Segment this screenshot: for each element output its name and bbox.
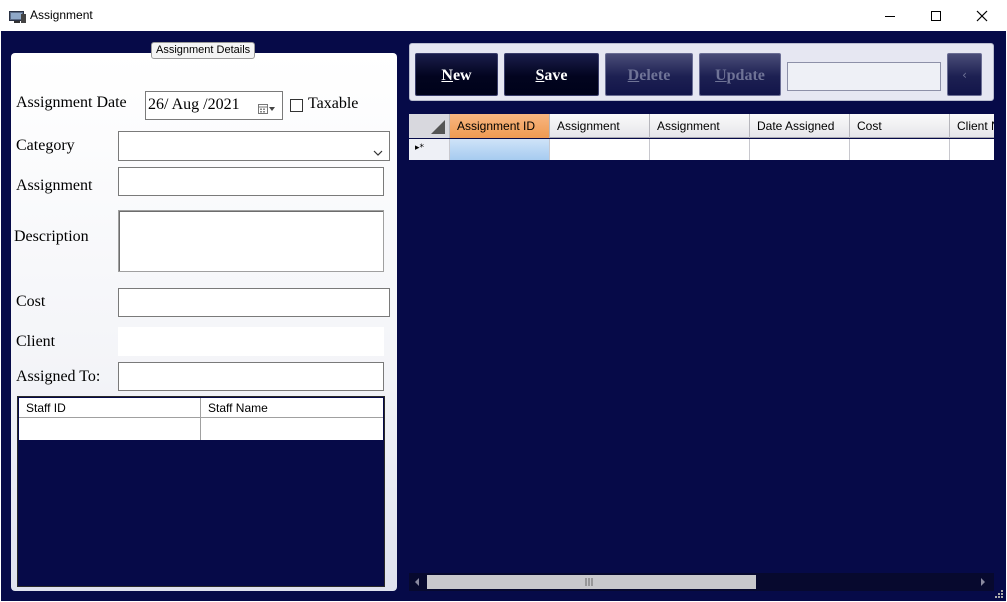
assignment-date-value: 26/ Aug /2021	[148, 96, 240, 113]
assignments-grid[interactable]: Assignment ID Assignment Assignment Date…	[409, 114, 994, 591]
grid-header: Assignment ID Assignment Assignment Date…	[409, 114, 994, 138]
table-cell[interactable]	[450, 139, 550, 160]
description-label: Description	[14, 228, 89, 245]
column-header-assignment[interactable]: Assignment	[550, 114, 650, 138]
new-button-accel: N	[441, 67, 453, 84]
minimize-icon	[885, 15, 895, 17]
maximize-icon	[931, 10, 941, 21]
previous-button-label: ‹	[962, 68, 967, 82]
cost-label: Cost	[16, 293, 46, 310]
corner-triangle-icon	[431, 120, 445, 134]
column-header-staff-name[interactable]: Staff Name	[201, 398, 383, 417]
column-header-client[interactable]: Client N	[950, 114, 994, 138]
close-icon	[976, 10, 988, 21]
cost-input[interactable]	[118, 288, 390, 317]
table-cell[interactable]	[950, 139, 994, 160]
assignment-input[interactable]	[118, 167, 384, 196]
save-button-label: ave	[544, 67, 568, 84]
table-cell[interactable]	[19, 418, 201, 440]
grip-icon	[585, 578, 593, 586]
delete-button-accel: D	[627, 67, 640, 84]
scrollbar-thumb[interactable]	[427, 575, 756, 589]
client-area: Assignment Details Assignment Date 26/ A…	[1, 31, 1006, 601]
table-cell[interactable]	[850, 139, 950, 160]
column-header-assignment-2[interactable]: Assignment	[650, 114, 750, 138]
minimize-button[interactable]	[867, 0, 913, 31]
assignment-date-label: Assignment Date	[16, 94, 127, 111]
resize-grip-icon[interactable]	[994, 589, 1004, 599]
title-bar: Assignment	[0, 0, 1007, 31]
column-header-cost[interactable]: Cost	[850, 114, 950, 138]
staff-grid[interactable]: Staff ID Staff Name	[17, 396, 385, 587]
update-button-label: pdate	[726, 67, 765, 84]
window-title: Assignment	[30, 8, 93, 22]
table-row[interactable]	[19, 418, 383, 440]
column-header-date-assigned[interactable]: Date Assigned	[750, 114, 850, 138]
client-label: Client	[16, 333, 56, 350]
table-row[interactable]: ▸*	[409, 139, 994, 160]
assignment-details-panel: Assignment Date 26/ Aug /2021 Taxable Ca…	[11, 53, 397, 591]
staff-grid-header: Staff ID Staff Name	[19, 398, 383, 418]
assigned-to-label: Assigned To:	[16, 368, 101, 385]
update-button[interactable]: Update	[699, 53, 781, 96]
column-header-assignment-id[interactable]: Assignment ID	[450, 114, 550, 138]
client-field[interactable]	[118, 327, 384, 356]
horizontal-scrollbar[interactable]	[409, 573, 994, 591]
previous-button[interactable]: ‹	[947, 53, 982, 96]
new-button[interactable]: New	[415, 53, 498, 96]
new-row-indicator: ▸*	[409, 139, 450, 160]
calendar-dropdown-icon[interactable]	[258, 100, 276, 119]
assigned-to-input[interactable]	[118, 362, 384, 391]
group-caption: Assignment Details	[151, 42, 256, 59]
delete-button[interactable]: Delete	[605, 53, 693, 96]
scroll-left-icon[interactable]	[413, 577, 421, 587]
description-textarea[interactable]	[118, 210, 384, 272]
chevron-down-icon	[373, 142, 383, 161]
table-cell[interactable]	[650, 139, 750, 160]
assignment-date-picker[interactable]: 26/ Aug /2021	[145, 91, 283, 120]
delete-button-label: elete	[639, 67, 671, 84]
maximize-button[interactable]	[913, 0, 959, 31]
save-button[interactable]: Save	[504, 53, 599, 96]
column-header-staff-id[interactable]: Staff ID	[19, 398, 201, 417]
update-button-accel: U	[715, 67, 727, 84]
scroll-right-icon[interactable]	[979, 577, 987, 587]
assignment-label: Assignment	[16, 177, 93, 194]
computer-monitor-icon	[9, 9, 26, 23]
taxable-label: Taxable	[308, 95, 359, 112]
table-cell[interactable]	[550, 139, 650, 160]
search-input[interactable]	[787, 62, 941, 91]
taxable-checkbox[interactable]	[290, 99, 303, 112]
table-cell[interactable]	[750, 139, 850, 160]
select-all-corner[interactable]	[409, 114, 450, 138]
category-select[interactable]	[118, 131, 390, 161]
new-button-label: ew	[452, 67, 472, 84]
category-label: Category	[16, 137, 75, 154]
close-button[interactable]	[959, 0, 1005, 31]
toolbar: New Save Delete Update ‹	[409, 43, 994, 101]
table-cell[interactable]	[201, 418, 383, 440]
